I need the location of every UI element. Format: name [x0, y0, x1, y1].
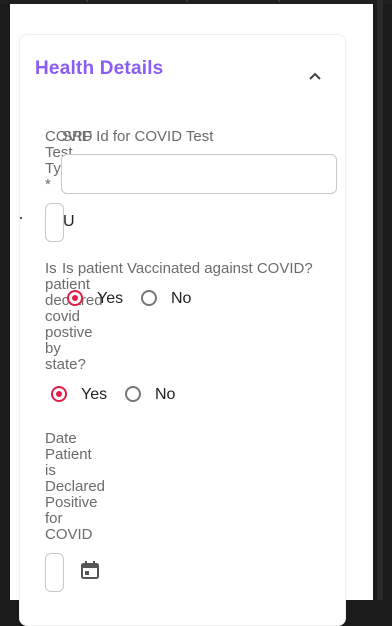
decorative-dot: [20, 217, 22, 219]
date-label-line: COVID: [45, 526, 93, 543]
test-type-value: U: [63, 213, 75, 230]
declared-label-line: Is: [45, 260, 57, 277]
test-type-label-line: *: [45, 176, 51, 193]
date-label-line: for: [45, 510, 63, 527]
date-label-line: Declared: [45, 478, 106, 495]
vaccinated-no-radio[interactable]: [141, 290, 157, 306]
declared-label-line: state?: [45, 356, 86, 373]
declared-no-label[interactable]: No: [155, 386, 175, 404]
srf-id-input[interactable]: [61, 154, 337, 194]
declared-yes-label[interactable]: Yes: [81, 386, 107, 404]
date-label-line: Patient: [45, 446, 92, 463]
date-label-line: Positive: [45, 494, 98, 511]
vaccinated-yes-label[interactable]: Yes: [97, 290, 123, 308]
declared-no-radio[interactable]: [125, 386, 141, 402]
top-bar-divider: [86, 0, 88, 2]
vaccinated-label: Is patient Vaccinated against COVID?: [62, 260, 313, 277]
date-label-line: is: [45, 462, 56, 479]
date-input[interactable]: [45, 553, 64, 592]
test-type-select[interactable]: [45, 203, 64, 242]
declared-label-line: by: [45, 340, 61, 357]
section-title: Health Details: [35, 58, 164, 79]
date-label-line: Date: [45, 430, 77, 447]
top-bar-divider: [278, 0, 280, 2]
chevron-up-icon[interactable]: [307, 68, 323, 84]
declared-label-line: patient: [45, 276, 91, 293]
declared-label-line: postive: [45, 324, 93, 341]
scrollbar[interactable]: [377, 0, 383, 600]
declared-label-line: covid: [45, 308, 81, 325]
srf-id-label: SRF Id for COVID Test: [62, 128, 214, 145]
top-bar-divider: [186, 0, 188, 2]
declared-yes-radio[interactable]: [51, 386, 67, 402]
calendar-icon[interactable]: [80, 560, 100, 580]
vaccinated-no-label[interactable]: No: [171, 290, 191, 308]
vaccinated-yes-radio[interactable]: [67, 290, 83, 306]
